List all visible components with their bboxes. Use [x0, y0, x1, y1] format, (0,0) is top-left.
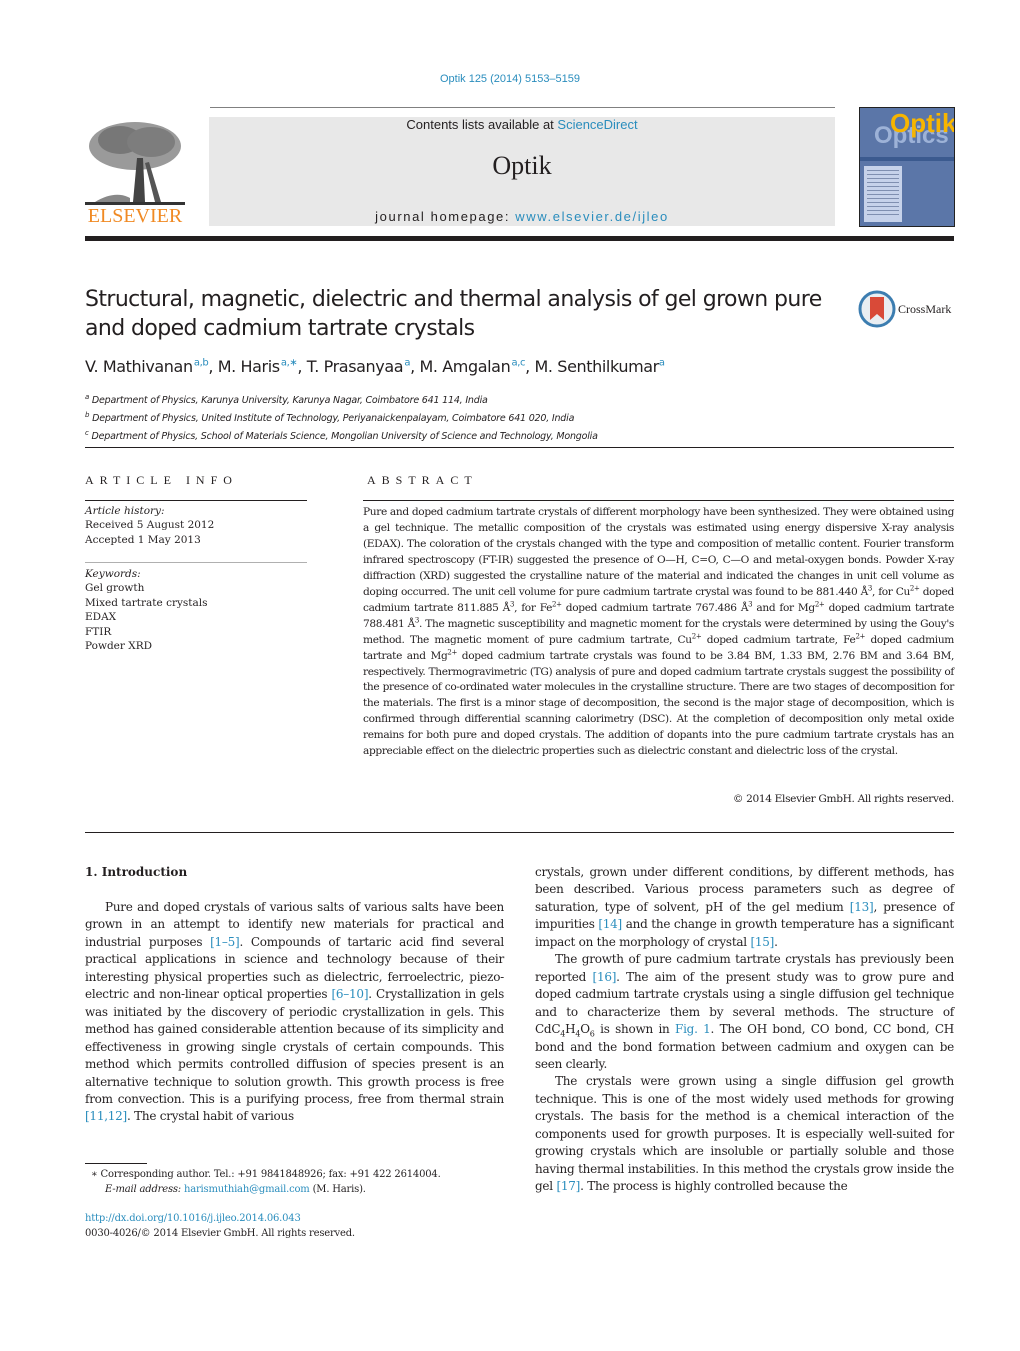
received-date: Received 5 August 2012 [85, 519, 215, 532]
citation-link[interactable]: [6–10] [331, 987, 368, 1001]
journal-title: Optik [492, 151, 552, 180]
keyword: Mixed tartrate crystals [85, 596, 208, 609]
homepage-link[interactable]: www.elsevier.de/ijleo [515, 209, 669, 224]
keyword: FTIR [85, 625, 112, 638]
affiliation: a Department of Physics, Karunya Univers… [85, 393, 488, 407]
keywords-label: Keywords: [85, 568, 141, 580]
divider [85, 562, 307, 563]
author-list: V. Mathivanan a,b, M. Haris a,∗, T. Pras… [85, 357, 665, 376]
crossmark-button[interactable]: CrossMark [858, 290, 958, 330]
author[interactable]: M. Senthilkumara [535, 357, 665, 376]
citation-link[interactable]: [11,12] [85, 1109, 127, 1123]
cover-title-optik: Optik [890, 108, 955, 138]
history-label: Article history: [85, 505, 165, 517]
abstract-copyright: © 2014 Elsevier GmbH. All rights reserve… [732, 793, 955, 805]
affiliation-list: a Department of Physics, Karunya Univers… [85, 390, 598, 444]
divider [363, 500, 954, 501]
journal-homepage: journal homepage: www.elsevier.de/ijleo [209, 209, 835, 224]
journal-cover-image: Optics Optik [859, 107, 955, 227]
author-affiliation-link[interactable]: a [659, 358, 665, 369]
section-heading-introduction: 1. Introduction [85, 865, 188, 879]
author-affiliation-link[interactable]: a,∗ [281, 358, 298, 369]
author-affiliation-link[interactable]: a,c [512, 358, 526, 369]
citation-link[interactable]: [13] [850, 900, 874, 914]
cover-text-lines [867, 170, 899, 218]
author[interactable]: V. Mathivanan a,b [85, 357, 209, 376]
doi-link[interactable]: http://dx.doi.org/10.1016/j.ijleo.2014.0… [85, 1213, 301, 1224]
cover-strip [860, 157, 954, 161]
header-thick-rule [85, 236, 954, 241]
paragraph: The growth of pure cadmium tartrate crys… [535, 952, 955, 1071]
figure-link[interactable]: Fig. 1 [675, 1022, 711, 1036]
author-affiliation-link[interactable]: a,b [194, 358, 209, 369]
body-column-left: Pure and doped crystals of various salts… [85, 899, 504, 1126]
homepage-prefix: journal homepage: [375, 209, 516, 224]
elsevier-logo: ELSEVIER [85, 118, 185, 228]
elsevier-tree-icon [85, 122, 185, 205]
email-note: E-mail address: harismuthiah@gmail.com (… [105, 1183, 366, 1195]
elsevier-wordmark: ELSEVIER [87, 205, 183, 227]
divider [85, 832, 954, 833]
footnote-rule [85, 1163, 147, 1164]
footnote: ∗ Corresponding author. Tel.: +91 984184… [85, 1168, 505, 1197]
crossmark-label: CrossMark [898, 302, 952, 316]
abstract-heading: ABSTRACT [367, 473, 478, 487]
divider [85, 500, 307, 501]
email-link[interactable]: harismuthiah@gmail.com [184, 1184, 310, 1195]
accepted-date: Accepted 1 May 2013 [85, 533, 201, 546]
sciencedirect-link[interactable]: ScienceDirect [557, 117, 637, 132]
author[interactable]: M. Haris a,∗ [218, 357, 298, 376]
paragraph: The crystals were grown using a single d… [535, 1074, 954, 1194]
paragraph: Pure and doped crystals of various salts… [85, 900, 504, 1124]
body-column-right: crystals, grown under different conditio… [535, 864, 954, 1196]
contents-prefix: Contents lists available at [406, 117, 558, 132]
article-title: Structural, magnetic, dielectric and the… [85, 287, 822, 341]
citation-link[interactable]: [16] [593, 970, 617, 984]
abstract-body: Pure and doped cadmium tartrate crystals… [363, 506, 955, 758]
contents-availability: Contents lists available at ScienceDirec… [209, 117, 835, 132]
citation-link[interactable]: [1–5] [210, 935, 240, 949]
crossmark-icon [858, 290, 896, 328]
author[interactable]: T. Prasanyaa a [307, 357, 411, 376]
issn-copyright: 0030-4026/© 2014 Elsevier GmbH. All righ… [85, 1227, 355, 1239]
keyword: Gel growth [85, 582, 145, 595]
doi-block: http://dx.doi.org/10.1016/j.ijleo.2014.0… [85, 1212, 355, 1241]
journal-banner: Contents lists available at ScienceDirec… [209, 117, 835, 226]
article-info-heading: ARTICLE INFO [85, 473, 238, 487]
keyword: EDAX [85, 611, 117, 624]
citation-link[interactable]: [14] [598, 917, 622, 931]
affiliation: c Department of Physics, School of Mater… [85, 429, 598, 443]
divider [85, 447, 954, 448]
corresponding-author-note: ∗ Corresponding author. Tel.: +91 984184… [90, 1169, 441, 1180]
article-history: Article history: Received 5 August 2012 … [85, 504, 307, 547]
author[interactable]: M. Amgalan a,c [419, 357, 525, 376]
header-rule [210, 107, 835, 108]
citation-link[interactable]: [15] [750, 935, 774, 949]
paragraph: crystals, grown under different conditio… [535, 865, 954, 949]
citation-link[interactable]: [17] [556, 1179, 580, 1193]
affiliation: b Department of Physics, United Institut… [85, 411, 575, 425]
keywords: Keywords: Gel growth Mixed tartrate crys… [85, 567, 307, 653]
keyword: Powder XRD [85, 640, 153, 653]
journal-reference-link[interactable]: Optik 125 (2014) 5153–5159 [0, 73, 1020, 85]
